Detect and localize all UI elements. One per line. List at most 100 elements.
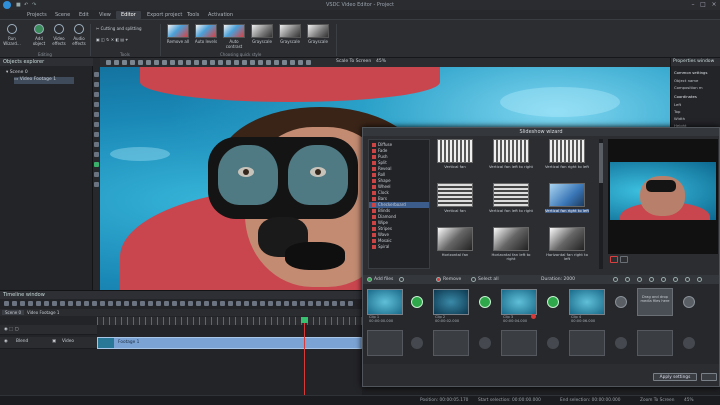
tool-icon[interactable] [613,277,618,282]
tool-icon[interactable] [290,60,295,65]
transition-icon[interactable] [547,296,559,308]
transition-icon[interactable] [411,296,423,308]
tool-icon[interactable] [260,301,265,306]
tool-icon[interactable] [282,60,287,65]
tool-icon[interactable] [637,277,642,282]
drop-zone[interactable]: Drag and drop media files here [637,288,673,316]
list-item[interactable]: Bars [372,196,387,202]
tool-icon[interactable] [196,301,201,306]
tool-icon[interactable] [332,301,337,306]
minimize-icon[interactable]: – [688,1,698,8]
image-icon[interactable] [94,102,99,107]
template-card[interactable]: Vertical fan [433,139,477,177]
cancel-button[interactable] [701,373,717,381]
tool-icon[interactable] [252,301,257,306]
tab-scene[interactable]: Scene [50,11,75,19]
style-remove-all[interactable]: Remove all [166,24,190,50]
maximize-icon[interactable]: □ [698,1,708,8]
sequence-clip[interactable]: Clip 3 00:00:04.000 [501,289,537,327]
run-wizard-button[interactable]: Run Wizard... [3,24,21,54]
list-item[interactable]: Wheel [372,184,391,190]
tree-item-video-footage[interactable]: ▭ Video Footage 1 [14,77,74,84]
template-card[interactable]: Vertical fan left to right [489,183,533,221]
tool-icon[interactable] [210,60,215,65]
tab-video-footage[interactable]: Video Footage 1 [24,310,62,315]
duration-field[interactable]: Duration: 2000 [541,277,575,282]
tools-row[interactable]: ▣ ◫ ↻ ✕ ◧ ▤ ⌖ [96,37,128,44]
tool-icon[interactable] [194,60,199,65]
tool-icon[interactable] [180,301,185,306]
remove-button[interactable]: Remove [443,277,461,282]
tool-icon[interactable] [308,301,313,306]
tree-item-scene[interactable]: ▾ Scene 0 [6,70,28,77]
redo-icon[interactable]: ↷ [32,2,37,8]
tool-icon[interactable] [52,301,57,306]
tool-icon[interactable] [20,301,25,306]
list-item[interactable]: Blinds [372,208,390,214]
template-card[interactable]: Horizontal fan right to left [545,227,589,265]
tab-activation[interactable]: Activation [203,11,238,19]
shape-icon[interactable] [94,92,99,97]
select-all-icon[interactable] [471,277,476,282]
tool-icon[interactable] [300,301,305,306]
tool-icon[interactable] [148,301,153,306]
empty-slot[interactable] [501,330,537,356]
tool-icon[interactable] [226,60,231,65]
transition-icon[interactable] [479,296,491,308]
tool-icon[interactable] [154,60,159,65]
template-card-selected[interactable]: Vertical fan right to left [545,183,589,221]
empty-slot[interactable] [569,330,605,356]
tab-export-project[interactable]: Export project [142,11,187,19]
tool-icon[interactable] [170,60,175,65]
move-icon[interactable] [399,277,404,282]
style-grayscale[interactable]: Grayscale [306,24,330,50]
empty-slot[interactable] [433,330,469,356]
tool-icon[interactable] [212,301,217,306]
playhead[interactable] [301,317,308,396]
tool-icon[interactable] [292,301,297,306]
tab-view[interactable]: View [94,11,116,19]
zoom-mode-select[interactable]: Scale To Screen [336,59,371,64]
pointer-icon[interactable] [94,72,99,77]
tool-icon[interactable] [204,301,209,306]
transition-icon[interactable] [683,296,695,308]
eye-icon[interactable]: ◉ [4,339,8,344]
list-item[interactable]: Fade [372,148,387,154]
tool-icon[interactable] [234,60,239,65]
list-item[interactable]: Clock [372,190,389,196]
tab-projects[interactable]: Projects [22,11,52,19]
tab-edit[interactable]: Edit [74,11,94,19]
style-auto-contrast[interactable]: Auto contrast [222,24,246,50]
tool-icon[interactable] [164,301,169,306]
chart-icon[interactable] [94,132,99,137]
remove-icon[interactable] [436,277,441,282]
list-item[interactable]: Push [372,154,388,160]
tool-icon[interactable] [44,301,49,306]
sequence-clip[interactable]: Clip 1 00:00:00.000 [367,289,403,327]
stop-preview-button[interactable] [610,256,618,263]
list-item-selected[interactable]: Checkerboard [369,202,429,208]
tool-icon[interactable] [268,301,273,306]
empty-slot[interactable] [367,330,403,356]
tool-icon[interactable] [132,301,137,306]
list-item[interactable]: Roll [372,172,385,178]
zoom-icon[interactable] [94,182,99,187]
tool-icon[interactable] [36,301,41,306]
tool-icon[interactable] [298,60,303,65]
tool-icon[interactable] [220,301,225,306]
list-item[interactable]: Reveal [372,166,391,172]
tool-icon[interactable] [186,60,191,65]
template-card[interactable]: Vertical fan right to left [545,139,589,177]
tool-icon[interactable] [162,60,167,65]
tool-icon[interactable] [218,60,223,65]
tool-icon[interactable] [188,301,193,306]
sprite-icon[interactable] [94,142,99,147]
tool-icon[interactable] [122,60,127,65]
zoom-value-select[interactable]: 45% [376,59,386,64]
tool-icon[interactable] [124,301,129,306]
tool-icon[interactable] [140,301,145,306]
cutting-splitting-button[interactable]: ✂ Cutting and splitting [96,26,142,33]
tool-icon[interactable] [92,301,97,306]
list-item[interactable]: Wipe [372,220,388,226]
template-card[interactable]: Horizontal fan left to right [489,227,533,265]
